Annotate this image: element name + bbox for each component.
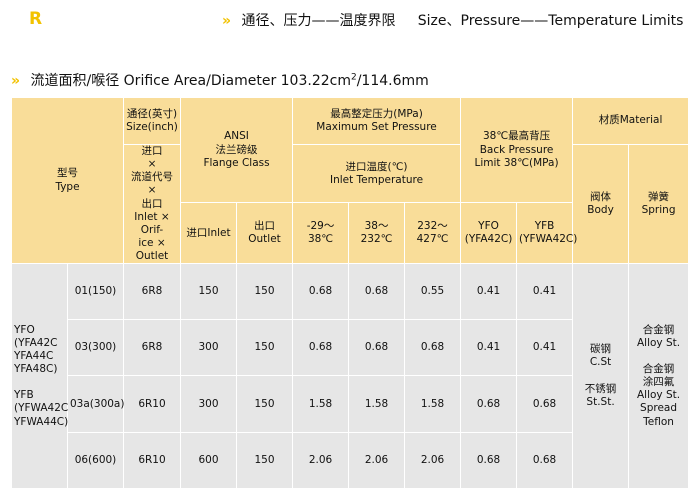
back-yfo-cell: 0.68 [460, 375, 518, 434]
inlet-class-header: 进口Inlet [180, 202, 237, 265]
spec-table: 型号 Type 通径(英寸) Size(inch) ANSI 法兰磅级 Flan… [11, 96, 690, 489]
temp-2-cell: 2.06 [348, 432, 406, 489]
outlet-cell: 150 [235, 319, 294, 377]
temp-3-cell: 1.58 [404, 375, 462, 434]
spring-header: 弹簧 Spring [628, 143, 690, 265]
ansi-header: ANSI 法兰磅级 Flange Class [179, 96, 294, 204]
temp-col-1-header: -29～38℃ [292, 202, 350, 265]
temp-2-cell: 0.68 [348, 319, 406, 377]
back-yfb-cell: 0.41 [516, 319, 574, 377]
body-material-cell: 碳钢 C.St 不锈钢 St.St. [572, 263, 630, 489]
outlet-cell: 150 [235, 263, 294, 321]
table-row: YFO (YFA42C YFA44C YFA48C) YFB (YFWA42C … [11, 263, 690, 489]
inlet-cell: 300 [180, 375, 237, 434]
size-cell: 01(150) [67, 263, 124, 321]
size-cell: 03a(300a) [67, 375, 124, 434]
double-chevron-icon: » [222, 13, 232, 29]
outlet-cell: 150 [235, 375, 294, 434]
code-cell: 6R8 [123, 319, 181, 377]
back-yfo-cell: 0.41 [460, 263, 518, 321]
back-yfb-cell: 0.68 [516, 432, 574, 489]
orifice-subtitle: » 流道面积/喉径 Orifice Area/Diameter 103.22cm… [11, 70, 429, 90]
subtitle-suffix: /114.6mm [356, 73, 429, 89]
size-cell: 06(600) [67, 432, 124, 489]
spring-material-cell: 合金钢 Alloy St. 合金钢 涂四氟 Alloy St. Spread T… [628, 263, 690, 489]
inlet-cell: 600 [180, 432, 237, 489]
inlet-cell: 300 [180, 319, 237, 377]
temp-3-cell: 0.55 [404, 263, 462, 321]
back-yfb-cell: 0.68 [516, 375, 574, 434]
back-pressure-header: 38℃最高背压 Back Pressure Limit 38℃(MPa) [460, 96, 574, 204]
code-cell: 6R10 [123, 432, 181, 489]
code-cell: 6R8 [123, 263, 181, 321]
outlet-cell: 150 [235, 432, 294, 489]
section-title: » 通径、压力——温度界限 Size、Pressure——Temperature… [222, 10, 683, 30]
body-header: 阀体 Body [572, 143, 630, 265]
size-header: 通径(英寸) Size(inch) [123, 97, 181, 145]
title-cn: 通径、压力——温度界限 [241, 13, 396, 29]
double-chevron-icon: » [11, 73, 21, 89]
back-col-yfo-header: YFO (YFA42C) [460, 202, 518, 265]
temp-1-cell: 1.58 [292, 375, 350, 434]
temp-1-cell: 0.68 [292, 263, 350, 321]
temp-3-cell: 2.06 [404, 432, 462, 489]
back-yfo-cell: 0.41 [460, 319, 518, 377]
inlet-cell: 150 [180, 263, 237, 321]
temp-col-3-header: 232～427℃ [404, 202, 462, 265]
subtitle-prefix: 流道面积/喉径 Orifice Area/Diameter 103.22cm [30, 73, 351, 89]
temp-col-2-header: 38～232℃ [348, 202, 406, 265]
temp-3-cell: 0.68 [404, 319, 462, 377]
code-header: 进口 × 流道代号 × 出口 Inlet × Orif- ice × Outle… [123, 143, 181, 265]
temp-2-cell: 0.68 [348, 263, 406, 321]
size-cell: 03(300) [67, 319, 124, 377]
temp-1-cell: 2.06 [292, 432, 350, 489]
back-col-yfb-header: YFB (YFWA42C) [516, 202, 577, 265]
outlet-class-header: 出口Outlet [235, 202, 294, 265]
back-yfo-cell: 0.68 [460, 432, 518, 489]
code-cell: 6R10 [123, 375, 181, 434]
material-header: 材质Material [572, 97, 690, 145]
type-header: 型号 Type [11, 96, 124, 265]
max-set-pressure-header: 最高整定压力(MPa) Maximum Set Pressure [292, 97, 462, 145]
temp-1-cell: 0.68 [292, 319, 350, 377]
inlet-temperature-header: 进口温度(℃) Inlet Temperature [292, 143, 462, 204]
title-en: Size、Pressure——Temperature Limits [417, 13, 684, 29]
section-letter: R [29, 9, 43, 29]
back-yfb-cell: 0.41 [516, 263, 574, 321]
temp-2-cell: 1.58 [348, 375, 406, 434]
type-cell: YFO (YFA42C YFA44C YFA48C) YFB (YFWA42C … [11, 263, 68, 489]
